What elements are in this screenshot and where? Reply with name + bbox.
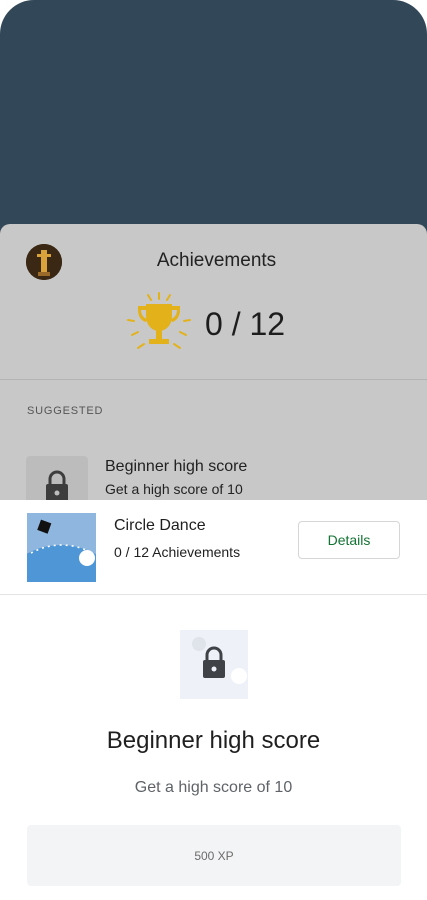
header-area xyxy=(0,0,427,240)
trophy-icon xyxy=(124,290,194,360)
achievements-sheet: Achievements 0 / 12 SUGGESTED Beginner h… xyxy=(0,224,427,514)
divider xyxy=(0,379,427,380)
screen: Achievements 0 / 12 SUGGESTED Beginner h… xyxy=(0,0,427,900)
xp-value: 500 XP xyxy=(194,848,234,863)
achievement-title: Beginner high score xyxy=(106,727,321,754)
suggested-achievement-subtitle: Get a high score of 10 xyxy=(105,481,243,497)
achievement-count: 0 / 12 xyxy=(205,306,286,342)
game-row: Circle Dance 0 / 12 Achievements Details xyxy=(0,500,427,594)
game-title: Circle Dance xyxy=(114,517,206,534)
game-achievement-progress: 0 / 12 Achievements xyxy=(114,544,241,560)
suggested-section-label: SUGGESTED xyxy=(27,405,104,417)
achievement-detail-sheet: Circle Dance 0 / 12 Achievements Details… xyxy=(0,500,427,900)
xp-reward: 500 XP xyxy=(27,825,401,886)
achievement-description: Get a high score of 10 xyxy=(134,779,293,796)
details-button[interactable]: Details xyxy=(298,521,400,559)
achievements-title: Achievements xyxy=(156,250,277,271)
divider xyxy=(0,594,427,595)
game-thumbnail xyxy=(27,513,96,582)
suggested-achievement-title[interactable]: Beginner high score xyxy=(105,458,247,476)
locked-achievement-icon xyxy=(180,630,248,699)
